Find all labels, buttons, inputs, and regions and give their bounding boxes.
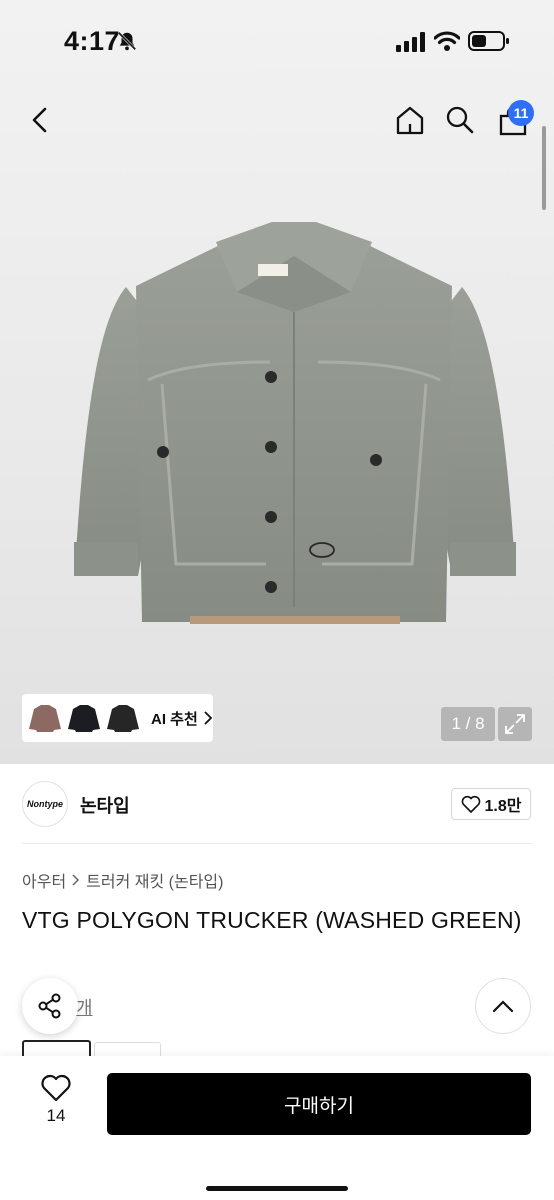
expand-icon (505, 714, 525, 734)
home-button[interactable] (392, 102, 428, 138)
bottom-action-bar: 14 구매하기 (0, 1056, 554, 1200)
chevron-right-icon (204, 711, 212, 725)
brand-like-button[interactable]: 1.8만 (451, 788, 531, 820)
ai-thumb-black-jacket-2 (104, 699, 142, 737)
status-time: 4:17 (64, 26, 121, 56)
breadcrumb-category[interactable]: 아우터 (22, 868, 66, 892)
share-icon (38, 993, 61, 1019)
share-button[interactable] (22, 978, 78, 1034)
expand-image-button[interactable] (498, 707, 532, 741)
product-photo-jacket (74, 222, 516, 624)
chevron-right-icon (72, 874, 80, 886)
breadcrumb-subcategory[interactable]: 트러커 재킷 (논타입) (86, 868, 223, 892)
bell-slash-icon (117, 31, 137, 51)
scroll-indicator (542, 126, 546, 210)
home-icon (396, 106, 424, 135)
product-title: VTG POLYGON TRUCKER (WASHED GREEN) (22, 907, 522, 933)
review-link[interactable]: 개 (76, 994, 93, 1020)
buy-button[interactable]: 구매하기 (107, 1073, 531, 1135)
top-nav (0, 96, 554, 146)
heart-icon (461, 795, 480, 813)
signal-icon (396, 32, 425, 52)
scroll-top-button[interactable] (475, 978, 531, 1034)
battery-icon (468, 31, 509, 51)
brand-logo[interactable]: Nontype (22, 781, 68, 827)
back-icon (32, 107, 47, 133)
cart-count-badge: 11 (508, 100, 534, 126)
heart-icon (41, 1074, 71, 1102)
wishlist-count: 14 (46, 1106, 66, 1125)
brand-name[interactable]: 논타입 (80, 792, 130, 818)
product-image-gallery[interactable]: 4:17 11 AI 추천 1 / 8 (0, 0, 554, 764)
search-button[interactable] (442, 102, 478, 138)
wishlist-button[interactable]: 14 (26, 1074, 86, 1134)
chevron-up-icon (492, 1000, 514, 1013)
divider (22, 843, 532, 844)
home-indicator (206, 1186, 348, 1191)
wifi-icon (434, 31, 460, 51)
back-button[interactable] (22, 102, 58, 138)
search-icon (446, 106, 474, 134)
brand-row: Nontype 논타입 1.8만 (0, 764, 554, 844)
ai-thumb-brown-jacket (26, 699, 64, 737)
status-bar: 4:17 (0, 0, 554, 80)
breadcrumb: 아우터 트러커 재킷 (논타입) (22, 868, 223, 892)
image-page-counter: 1 / 8 (441, 707, 495, 741)
ai-recommend-chip[interactable]: AI 추천 (22, 694, 213, 742)
ai-thumb-black-jacket (65, 699, 103, 737)
ai-recommend-label: AI 추천 (151, 710, 198, 728)
brand-like-count: 1.8만 (484, 798, 522, 815)
